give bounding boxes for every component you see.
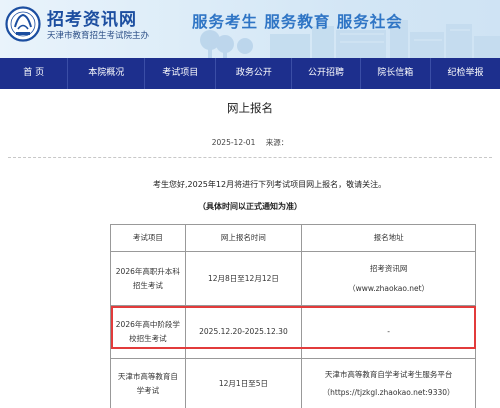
nav-item-exams[interactable]: 考试项目 (145, 58, 215, 89)
page-title: 网上报名 (227, 101, 273, 115)
registration-address-cell[interactable]: 招考资讯网 （www.zhaokao.net） (301, 251, 476, 306)
registration-table: 考试项目 网上报名时间 报名地址 2026年高职升本科 招生考试 12月8日至1… (110, 224, 476, 408)
main-nav: 首 页 本院概况 考试项目 政务公开 公开招聘 院长信箱 纪检举报 (0, 58, 500, 89)
tjea-seal-logo[interactable] (5, 6, 41, 42)
exam-project-cell: 2026年高中阶段学 校招生考试 (110, 305, 186, 359)
cell-text: - (387, 327, 390, 336)
registration-time-cell: 12月8日至12月12日 (184, 251, 303, 306)
source-label: 来源： (265, 138, 289, 147)
nav-item-home[interactable]: 首 页 (0, 58, 67, 89)
cell-text: 校招生考试 (129, 334, 167, 343)
article-intro: 考生您好,2025年12月将进行下列考试项目网上报名，敬请关注。 (153, 180, 387, 189)
exam-project-cell: 2026年高职升本科 招生考试 (110, 251, 186, 306)
site-slogan: 服务考生 服务教育 服务社会 (192, 13, 403, 31)
column-header: 报名地址 (301, 224, 476, 252)
site-header: 招考资讯网 天津市教育招生考试院主办 服务考生 服务教育 服务社会 (0, 0, 500, 58)
nav-item-about[interactable]: 本院概况 (68, 58, 144, 89)
column-header: 网上报名时间 (184, 224, 303, 252)
cell-text: 天津市高等教育自 (117, 371, 178, 381)
nav-item-report[interactable]: 纪检举报 (431, 58, 500, 89)
exam-project-cell: 天津市高等教育自 学考试 (110, 358, 186, 408)
address-url[interactable]: （https://tjzkgl.zhaokao.net:9330） (306, 386, 471, 400)
registration-time-cell: 12月1日至5日 (184, 358, 303, 408)
registration-address-cell: - (301, 305, 476, 359)
table-row: 2026年高职升本科 招生考试 12月8日至12月12日 招考资讯网 （www.… (110, 251, 476, 306)
cell-text: 2026年高中阶段学 (115, 320, 180, 329)
registration-address-cell[interactable]: 天津市高等教育自学考试考生服务平台 （https://tjzkgl.zhaoka… (301, 358, 476, 408)
cell-text: 2026年高职升本科 (115, 266, 180, 276)
nav-item-recruitment[interactable]: 公开招聘 (292, 58, 359, 89)
content-divider (8, 157, 492, 158)
registration-time-cell: 2025.12.20-2025.12.30 (184, 305, 303, 359)
column-header: 考试项目 (110, 224, 186, 252)
address-link[interactable]: 天津市高等教育自学考试考生服务平台 (306, 368, 471, 382)
article-meta: 2025-12-01 来源： (0, 137, 500, 148)
site-subtitle: 天津市教育招生考试院主办 (47, 31, 150, 41)
table-header-row: 考试项目 网上报名时间 报名地址 (110, 224, 476, 252)
cell-text: 招生考试 (132, 280, 163, 290)
table-row: 天津市高等教育自 学考试 12月1日至5日 天津市高等教育自学考试考生服务平台 … (110, 358, 476, 408)
address-link[interactable]: 招考资讯网 (306, 262, 471, 276)
article-note: （具体时间以正式通知为准） (198, 202, 302, 211)
address-url[interactable]: （www.zhaokao.net） (306, 282, 471, 296)
nav-item-public-affairs[interactable]: 政务公开 (216, 58, 291, 89)
table-row: 2026年高中阶段学 校招生考试 2025.12.20-2025.12.30 - (110, 305, 476, 359)
nav-item-president-mailbox[interactable]: 院长信箱 (361, 58, 430, 89)
cell-text: 学考试 (136, 385, 160, 395)
site-name[interactable]: 招考资讯网 (47, 5, 137, 30)
publish-date: 2025-12-01 (211, 138, 256, 147)
